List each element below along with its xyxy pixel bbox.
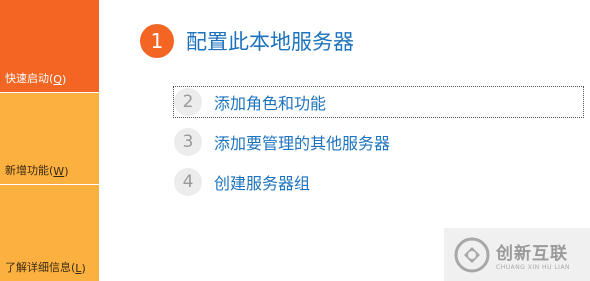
add-other-servers-link[interactable]: 添加要管理的其他服务器 (214, 130, 390, 154)
sidebar-item-suffix: ) (64, 165, 69, 178)
sidebar-item-whats-new[interactable]: 新增功能(W) (0, 93, 99, 184)
brand-logo-icon (454, 237, 490, 272)
sidebar-item-learn-more[interactable]: 了解详细信息(L) (0, 185, 99, 281)
sidebar-item-label: 新增功能( (5, 164, 54, 177)
watermark-text: 创新互联 CHUANG XIN HU LIAN (496, 239, 570, 271)
add-roles-features-task[interactable]: 2 添加角色和功能 (173, 86, 584, 118)
shortcut-key: W (53, 165, 65, 178)
step-number-badge: 3 (174, 128, 202, 156)
sidebar-item-suffix: ) (61, 73, 67, 86)
watermark-subtitle: CHUANG XIN HU LIAN (496, 263, 571, 271)
sidebar-item-suffix: ) (81, 262, 86, 275)
create-server-group-link[interactable]: 创建服务器组 (214, 170, 310, 194)
sidebar: 快速启动(Q) 新增功能(W) 了解详细信息(L) (0, 0, 99, 281)
create-server-group-task[interactable]: 4 创建服务器组 (174, 167, 310, 197)
sidebar-item-label: 了解详细信息( (5, 261, 76, 274)
sidebar-item-label: 快速启动( (5, 72, 54, 85)
add-other-servers-task[interactable]: 3 添加要管理的其他服务器 (174, 127, 390, 157)
add-roles-features-link[interactable]: 添加角色和功能 (214, 90, 326, 114)
step-number-badge: 1 (140, 24, 174, 58)
shortcut-key: Q (53, 73, 62, 86)
watermark: 创新互联 CHUANG XIN HU LIAN (444, 228, 590, 281)
watermark-title: 创新互联 (496, 243, 568, 264)
step-number-badge: 2 (174, 88, 202, 116)
sidebar-item-quick-start[interactable]: 快速启动(Q) (0, 0, 99, 92)
configure-local-server-step[interactable]: 1 配置此本地服务器 (140, 24, 354, 58)
configure-local-server-link[interactable]: 配置此本地服务器 (186, 26, 354, 56)
step-number-badge: 4 (174, 168, 202, 196)
